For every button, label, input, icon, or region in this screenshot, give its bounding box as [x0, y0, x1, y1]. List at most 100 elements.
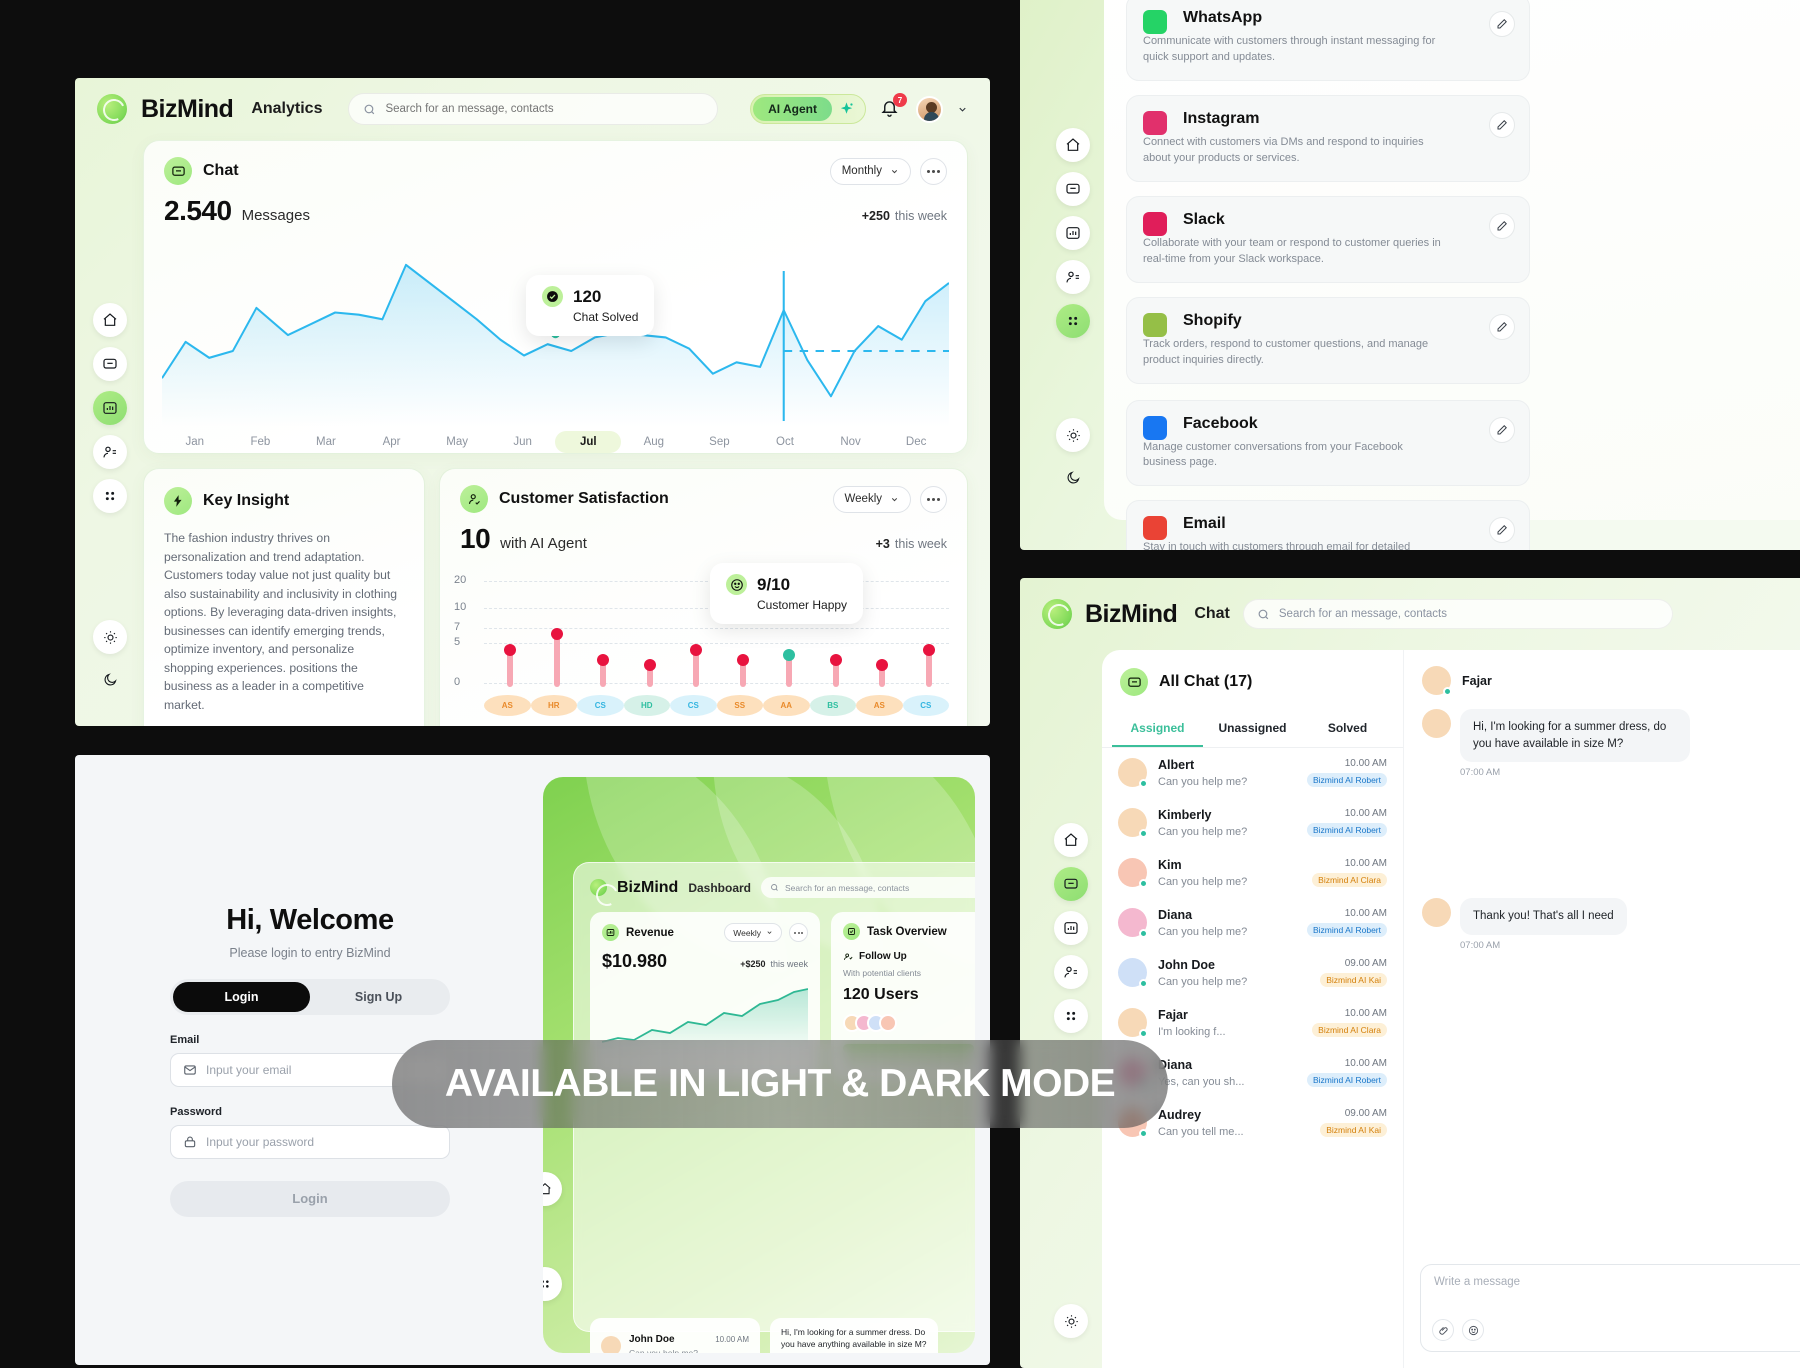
- integration-card-facebook[interactable]: Facebook Manage customer conversations fr…: [1126, 399, 1530, 487]
- satisfaction-avatar-ss[interactable]: SS: [716, 695, 763, 716]
- light-mode-button[interactable]: [1056, 418, 1090, 452]
- tab-login[interactable]: Login: [173, 981, 310, 1012]
- key-insight-card: Key Insight The fashion industry thrives…: [143, 468, 425, 726]
- preview-apps-button[interactable]: [543, 1267, 562, 1301]
- month-apr[interactable]: Apr: [359, 431, 425, 453]
- month-dec[interactable]: Dec: [883, 431, 949, 453]
- sidebar-item-apps[interactable]: [1056, 304, 1090, 338]
- light-mode-button[interactable]: [93, 620, 127, 654]
- sidebar-item-home[interactable]: [93, 303, 127, 337]
- tab-assigned[interactable]: Assigned: [1112, 712, 1203, 747]
- integration-card-shopify[interactable]: Shopify Track orders, respond to customer…: [1126, 296, 1530, 384]
- lollipop-bar[interactable]: [550, 628, 563, 687]
- sidebar-item-chat[interactable]: [1056, 172, 1090, 206]
- integration-card-instagram[interactable]: Instagram Connect with customers via DMs …: [1126, 94, 1530, 182]
- lollipop-bar[interactable]: [829, 654, 842, 687]
- satisfaction-avatar-cs[interactable]: CS: [670, 695, 717, 716]
- chat-list-item[interactable]: John Doe Can you help me? 09.00 AM Bizmind …: [1102, 948, 1403, 998]
- dark-mode-button[interactable]: [1056, 460, 1090, 494]
- message-out: Thank you! That's all I need 07:00 AM: [1422, 898, 1800, 951]
- search-input[interactable]: [385, 103, 704, 115]
- slack-icon: [1143, 211, 1167, 236]
- edit-button[interactable]: [1489, 517, 1515, 544]
- satisfaction-avatar-hr[interactable]: HR: [530, 695, 577, 716]
- light-mode-button[interactable]: [1054, 1304, 1088, 1338]
- satisfaction-avatar-cs[interactable]: CS: [902, 695, 949, 716]
- month-mar[interactable]: Mar: [293, 431, 359, 453]
- month-sep[interactable]: Sep: [687, 431, 753, 453]
- sidebar-item-contacts[interactable]: [1054, 955, 1088, 989]
- sidebar-item-analytics[interactable]: [93, 391, 127, 425]
- edit-button[interactable]: [1489, 11, 1515, 37]
- month-oct[interactable]: Oct: [752, 431, 818, 453]
- satisfaction-avatar-as[interactable]: AS: [856, 695, 903, 716]
- chat-list-item[interactable]: Fajar I'm looking f... 10.00 AM Bizmind AI …: [1102, 998, 1403, 1048]
- lollipop-bar[interactable]: [504, 643, 517, 687]
- tab-signup[interactable]: Sign Up: [310, 982, 447, 1012]
- month-aug[interactable]: Aug: [621, 431, 687, 453]
- edit-button[interactable]: [1489, 313, 1515, 340]
- edit-button[interactable]: [1489, 212, 1515, 239]
- preview-chat-item[interactable]: John Doe 10.00 AM Can you help me?: [590, 1318, 760, 1353]
- preview-home-button[interactable]: [543, 1172, 562, 1206]
- satisfaction-avatar-bs[interactable]: BS: [809, 695, 856, 716]
- lollipop-bar[interactable]: [876, 659, 889, 687]
- lollipop-bar[interactable]: [922, 643, 935, 687]
- sidebar-item-analytics[interactable]: [1056, 216, 1090, 250]
- satisfaction-avatar-hd[interactable]: HD: [623, 695, 670, 716]
- user-avatar[interactable]: [916, 95, 943, 123]
- emoji-icon[interactable]: [1462, 1319, 1484, 1341]
- ai-agent-button[interactable]: AI Agent: [750, 94, 866, 124]
- chat-list-item[interactable]: Albert Can you help me? 10.00 AM Bizmind AI…: [1102, 748, 1403, 798]
- satisfaction-avatar-as[interactable]: AS: [484, 695, 531, 716]
- sidebar-item-chat[interactable]: [1054, 867, 1088, 901]
- month-nov[interactable]: Nov: [818, 431, 884, 453]
- revenue-more-button[interactable]: [789, 923, 808, 942]
- integration-card-whatsapp[interactable]: WhatsApp Communicate with customers throu…: [1126, 0, 1530, 81]
- sidebar-item-contacts[interactable]: [1056, 260, 1090, 294]
- tab-solved[interactable]: Solved: [1302, 712, 1393, 747]
- edit-button[interactable]: [1489, 416, 1515, 443]
- search-bar[interactable]: [348, 93, 719, 125]
- chat-search-bar[interactable]: Search for an message, contacts: [1242, 599, 1673, 629]
- lollipop-bar[interactable]: [643, 659, 656, 687]
- attach-icon[interactable]: [1432, 1319, 1454, 1341]
- edit-button[interactable]: [1489, 111, 1515, 138]
- sidebar-item-contacts[interactable]: [93, 435, 127, 469]
- month-jun[interactable]: Jun: [490, 431, 556, 453]
- message-composer[interactable]: Write a message: [1420, 1264, 1800, 1352]
- chat-range-select[interactable]: Monthly: [829, 157, 911, 185]
- month-may[interactable]: May: [424, 431, 490, 453]
- chat-list-item[interactable]: Diana Can you help me? 10.00 AM Bizmind AI …: [1102, 898, 1403, 948]
- chevron-down-icon[interactable]: [957, 104, 968, 115]
- tab-unassigned[interactable]: Unassigned: [1207, 712, 1298, 747]
- integration-card-email[interactable]: Email Stay in touch with customers throug…: [1126, 500, 1530, 550]
- lollipop-bar[interactable]: [783, 648, 796, 687]
- sidebar-item-apps[interactable]: [1054, 999, 1088, 1033]
- month-jul[interactable]: Jul: [555, 431, 622, 453]
- dark-mode-button[interactable]: [93, 662, 127, 696]
- lollipop-bar[interactable]: [597, 654, 610, 687]
- month-feb[interactable]: Feb: [228, 431, 294, 453]
- satisfaction-range-select[interactable]: Weekly: [832, 485, 911, 513]
- lollipop-bar[interactable]: [736, 654, 749, 687]
- login-submit-button[interactable]: Login: [170, 1180, 450, 1217]
- sidebar-item-chat[interactable]: [93, 347, 127, 381]
- integration-card-slack[interactable]: Slack Collaborate with your team or respo…: [1126, 195, 1530, 283]
- preview-search[interactable]: Search for an message, contacts: [761, 877, 975, 898]
- sidebar-item-apps[interactable]: [93, 479, 127, 513]
- revenue-range-select[interactable]: Weekly: [724, 923, 782, 942]
- satisfaction-avatar-aa[interactable]: AA: [763, 695, 810, 716]
- satisfaction-more-button[interactable]: [920, 485, 947, 513]
- month-jan[interactable]: Jan: [162, 431, 228, 453]
- chat-list-item[interactable]: Kimberly Can you help me? 10.00 AM Bizmind …: [1102, 798, 1403, 848]
- chat-list-item[interactable]: Kim Can you help me? 10.00 AM Bizmind AI Cl…: [1102, 848, 1403, 898]
- satisfaction-avatar-cs[interactable]: CS: [577, 695, 624, 716]
- sidebar-item-home[interactable]: [1054, 823, 1088, 857]
- sidebar-item-home[interactable]: [1056, 128, 1090, 162]
- lollipop-bar[interactable]: [690, 643, 703, 687]
- password-field[interactable]: Input your password: [170, 1124, 450, 1159]
- chat-card-more-button[interactable]: [920, 157, 947, 185]
- sidebar-item-analytics[interactable]: [1054, 911, 1088, 945]
- notifications-button[interactable]: 7: [880, 93, 907, 120]
